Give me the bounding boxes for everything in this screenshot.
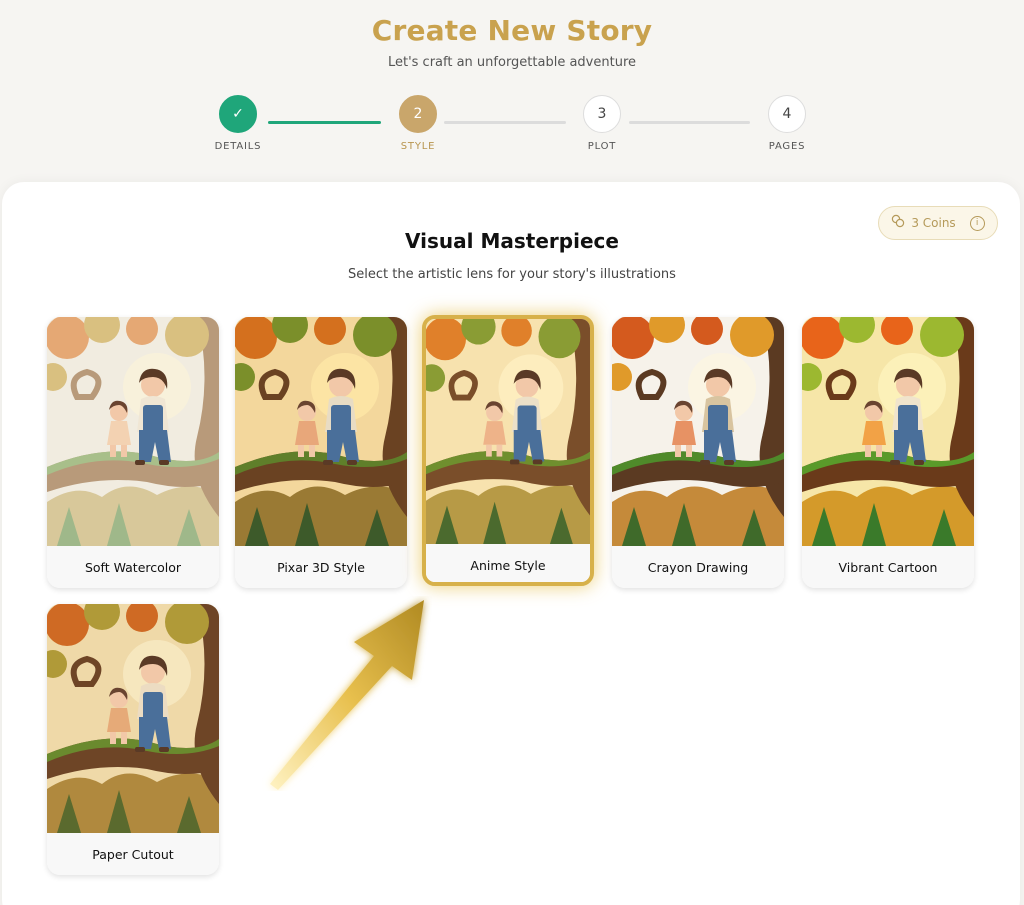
anime-preview-image <box>426 319 590 544</box>
style-option-paper-cutout[interactable]: Paper Cutout <box>47 604 219 875</box>
golden-pointer-arrow-icon <box>270 600 424 790</box>
page-subtitle: Let's craft an unforgettable adventure <box>387 55 637 70</box>
style-option-crayon-drawing[interactable]: Crayon Drawing <box>612 317 784 588</box>
step-number: 4 <box>768 95 806 133</box>
step-label: PAGES <box>768 141 806 152</box>
stepper-connector-3 <box>629 121 750 124</box>
style-option-label: Anime Style <box>426 544 590 582</box>
vibrant-cartoon-preview-image <box>802 317 974 546</box>
style-option-anime[interactable]: Anime Style <box>422 315 594 586</box>
step-label: STYLE <box>400 141 436 152</box>
style-option-label: Pixar 3D Style <box>235 546 407 588</box>
step-details[interactable]: ✓ DETAILS <box>203 95 273 152</box>
style-option-label: Vibrant Cartoon <box>802 546 974 588</box>
pixar-3d-preview-image <box>235 317 407 546</box>
step-label: DETAILS <box>214 141 262 152</box>
step-style[interactable]: 2 STYLE <box>383 95 453 152</box>
stepper-connector-1 <box>268 121 381 124</box>
step-pages[interactable]: 4 PAGES <box>752 95 822 152</box>
step-plot[interactable]: 3 PLOT <box>567 95 637 152</box>
style-option-label: Crayon Drawing <box>612 546 784 588</box>
style-option-pixar-3d[interactable]: Pixar 3D Style <box>235 317 407 588</box>
style-option-soft-watercolor[interactable]: Soft Watercolor <box>47 317 219 588</box>
crayon-drawing-preview-image <box>612 317 784 546</box>
step-number: 2 <box>399 95 437 133</box>
section-subtitle: Select the artistic lens for your story'… <box>348 267 676 282</box>
soft-watercolor-preview-image <box>47 317 219 546</box>
coins-label: 3 Coins <box>911 216 956 230</box>
stepper-connector-2 <box>444 121 566 124</box>
style-option-vibrant-cartoon[interactable]: Vibrant Cartoon <box>802 317 974 588</box>
paper-cutout-preview-image <box>47 604 219 833</box>
style-option-label: Soft Watercolor <box>47 546 219 588</box>
step-label: PLOT <box>587 141 617 152</box>
section-title: Visual Masterpiece <box>405 229 619 253</box>
page-title: Create New Story <box>371 14 653 47</box>
step-number: 3 <box>583 95 621 133</box>
step-complete-check-icon: ✓ <box>219 95 257 133</box>
style-option-label: Paper Cutout <box>47 833 219 875</box>
